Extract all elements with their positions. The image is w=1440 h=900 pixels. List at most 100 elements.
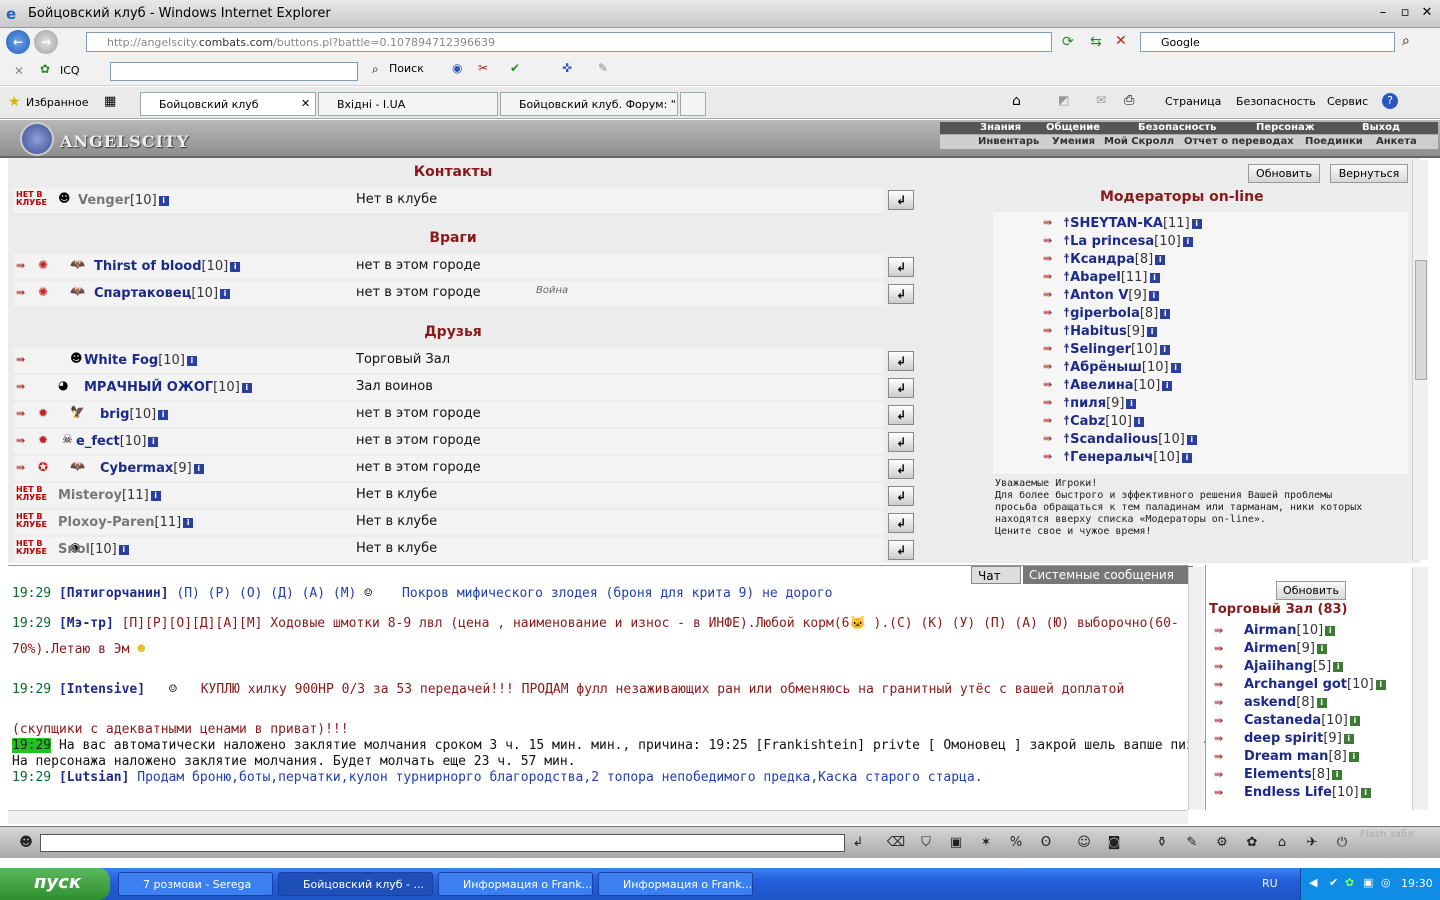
close-icon[interactable]: ✕ <box>1416 4 1438 22</box>
moderator-item[interactable]: ☨Scandalious[10] i <box>1063 432 1197 447</box>
print-icon[interactable]: ⎙ <box>1124 93 1134 108</box>
friend-name[interactable]: e_fect[10] i <box>76 434 159 449</box>
info-icon[interactable]: i <box>1375 680 1386 690</box>
menu-character[interactable]: Персонаж <box>1256 122 1315 133</box>
forward-icon[interactable]: → <box>34 30 58 54</box>
icq-label[interactable]: ICQ <box>60 64 80 77</box>
info-icon[interactable]: i <box>1182 237 1193 247</box>
pin-icon[interactable]: ✎ <box>598 61 608 75</box>
tab-system-messages[interactable]: Системные сообщения <box>1023 566 1193 584</box>
url-field[interactable]: http://angelscity.combats.com/buttons.pl… <box>86 32 1052 52</box>
enemy-name[interactable]: Спартаковец[10] i <box>94 286 231 301</box>
moderator-item[interactable]: ☨SHEYTAN-KA[11] i <box>1063 216 1202 231</box>
menu-security[interactable]: Безопасность <box>1138 122 1217 133</box>
info-icon[interactable]: i <box>1349 716 1360 726</box>
info-icon[interactable]: i <box>1149 273 1160 283</box>
menu-transfers[interactable]: Отчет о переводах <box>1184 136 1294 147</box>
online-user[interactable]: Ajaiihang[5] i <box>1244 659 1344 674</box>
info-icon[interactable]: i <box>1348 752 1359 762</box>
private-message-button[interactable]: ↲ <box>888 405 914 425</box>
info-icon[interactable]: i <box>1181 453 1192 463</box>
info-icon[interactable]: i <box>1332 770 1343 780</box>
chat-input[interactable] <box>40 834 845 852</box>
gallery-icon[interactable]: ◙ <box>1102 833 1126 853</box>
tray-icon[interactable]: ✿ <box>1345 876 1354 889</box>
info-icon[interactable]: i <box>220 289 231 299</box>
tab-forum[interactable]: Бойцовский клуб. Форум: "... <box>500 92 678 116</box>
online-user[interactable]: askend[8] i <box>1244 695 1327 710</box>
tray-icon[interactable]: ✔ <box>1329 876 1338 889</box>
moderator-item[interactable]: ☨Ксандра[8] i <box>1063 252 1166 267</box>
tab-fightclub[interactable]: Бойцовский клуб ✕ <box>140 92 316 116</box>
private-message-button[interactable]: ↲ <box>888 378 914 398</box>
private-message-button[interactable]: ↲ <box>888 284 914 304</box>
private-message-button[interactable]: ↲ <box>888 540 914 560</box>
tray-icon[interactable]: ◎ <box>1381 876 1391 889</box>
moderator-item[interactable]: ☨Генералыч[10] i <box>1063 450 1192 465</box>
action-icon-1[interactable]: ⚱ <box>1150 833 1174 853</box>
info-icon[interactable]: i <box>1148 291 1159 301</box>
menu-my-scroll[interactable]: Мой Скролл <box>1104 136 1174 147</box>
info-icon[interactable]: i <box>158 410 169 420</box>
online-user[interactable]: Airmen[9] i <box>1244 641 1327 656</box>
info-icon[interactable]: i <box>1147 327 1158 337</box>
online-user[interactable]: Archangel got[10] i <box>1244 677 1386 692</box>
menu-skills[interactable]: Умения <box>1052 136 1095 147</box>
action-icon-6[interactable]: ✈ <box>1300 833 1324 853</box>
stop-icon[interactable]: ✕ <box>1115 33 1127 49</box>
info-icon[interactable]: i <box>1316 698 1327 708</box>
private-message-button[interactable]: ↲ <box>888 513 914 533</box>
online-user[interactable]: Dream man[8] i <box>1244 749 1359 764</box>
friend-name[interactable]: Snol[10] i <box>58 542 129 557</box>
info-icon[interactable]: i <box>193 464 204 474</box>
private-message-button[interactable]: ↲ <box>888 459 914 479</box>
filter-icon[interactable]: ⛉ <box>914 833 938 853</box>
moderator-item[interactable]: ☨Abapel[11] i <box>1063 270 1160 285</box>
menu-profile[interactable]: Анкета <box>1376 136 1417 147</box>
smiles-icon[interactable]: ☺ <box>1072 833 1096 853</box>
scroll-thumb[interactable] <box>1415 260 1427 380</box>
moderator-item[interactable]: ☨Selinger[10] i <box>1063 342 1170 357</box>
task-item[interactable]: Информация о Frank... <box>598 872 753 896</box>
fight-icon[interactable]: ✶ <box>974 833 998 853</box>
private-message-button[interactable]: ↲ <box>888 486 914 506</box>
info-icon[interactable]: i <box>150 491 161 501</box>
enemy-name[interactable]: Thirst of blood[10] i <box>94 259 241 274</box>
send-icon[interactable]: ↲ <box>846 833 870 853</box>
info-icon[interactable]: i <box>1191 219 1202 229</box>
online-user[interactable]: Castaneda[10] i <box>1244 713 1360 728</box>
info-icon[interactable]: i <box>1159 345 1170 355</box>
online-user[interactable]: Elements[8] i <box>1244 767 1343 782</box>
online-user[interactable]: Airman[10] i <box>1244 623 1336 638</box>
friend-name[interactable]: brig[10] i <box>100 407 169 422</box>
info-icon[interactable]: i <box>1160 309 1171 319</box>
minimize-icon[interactable]: – <box>1372 4 1394 22</box>
friend-name[interactable]: White Fog[10] i <box>84 353 197 368</box>
action-icon-3[interactable]: ⚙ <box>1210 833 1234 853</box>
moderator-item[interactable]: ☨Абрёныш[10] i <box>1063 360 1181 375</box>
toolbar-tool-icon-2[interactable]: ✂ <box>478 61 488 75</box>
chat-hscrollbar[interactable] <box>8 810 1188 824</box>
language-indicator[interactable]: RU <box>1262 877 1278 890</box>
check-icon[interactable]: ✔ <box>510 61 520 75</box>
maximize-icon[interactable]: ▫ <box>1394 4 1416 22</box>
info-icon[interactable]: i <box>1360 788 1371 798</box>
home-icon[interactable]: ⌂ <box>1012 93 1021 109</box>
contact-name[interactable]: Venger[10] i <box>78 193 169 208</box>
exit-icon[interactable]: ⏻ <box>1330 833 1354 853</box>
action-icon-5[interactable]: ⌂ <box>1270 833 1294 853</box>
info-icon[interactable]: i <box>1126 399 1137 409</box>
online-user[interactable]: deep spirit[9] i <box>1244 731 1354 746</box>
info-icon[interactable]: i <box>1133 417 1144 427</box>
start-button[interactable]: пуск <box>0 868 110 900</box>
moderator-item[interactable]: ☨Авелина[10] i <box>1063 378 1173 393</box>
action-icon-4[interactable]: ✿ <box>1240 833 1264 853</box>
favorites-button[interactable]: Избранное <box>26 96 88 109</box>
info-icon[interactable]: i <box>158 196 169 206</box>
back-button[interactable]: Вернуться <box>1330 164 1408 183</box>
gamepad-icon[interactable]: ✜ <box>562 61 572 75</box>
right-scrollbar[interactable] <box>1412 160 1428 560</box>
tray-icon[interactable]: ◀ <box>1309 876 1317 889</box>
action-icon-2[interactable]: ✎ <box>1180 833 1204 853</box>
close-toolbar-icon[interactable]: ✕ <box>14 64 24 78</box>
